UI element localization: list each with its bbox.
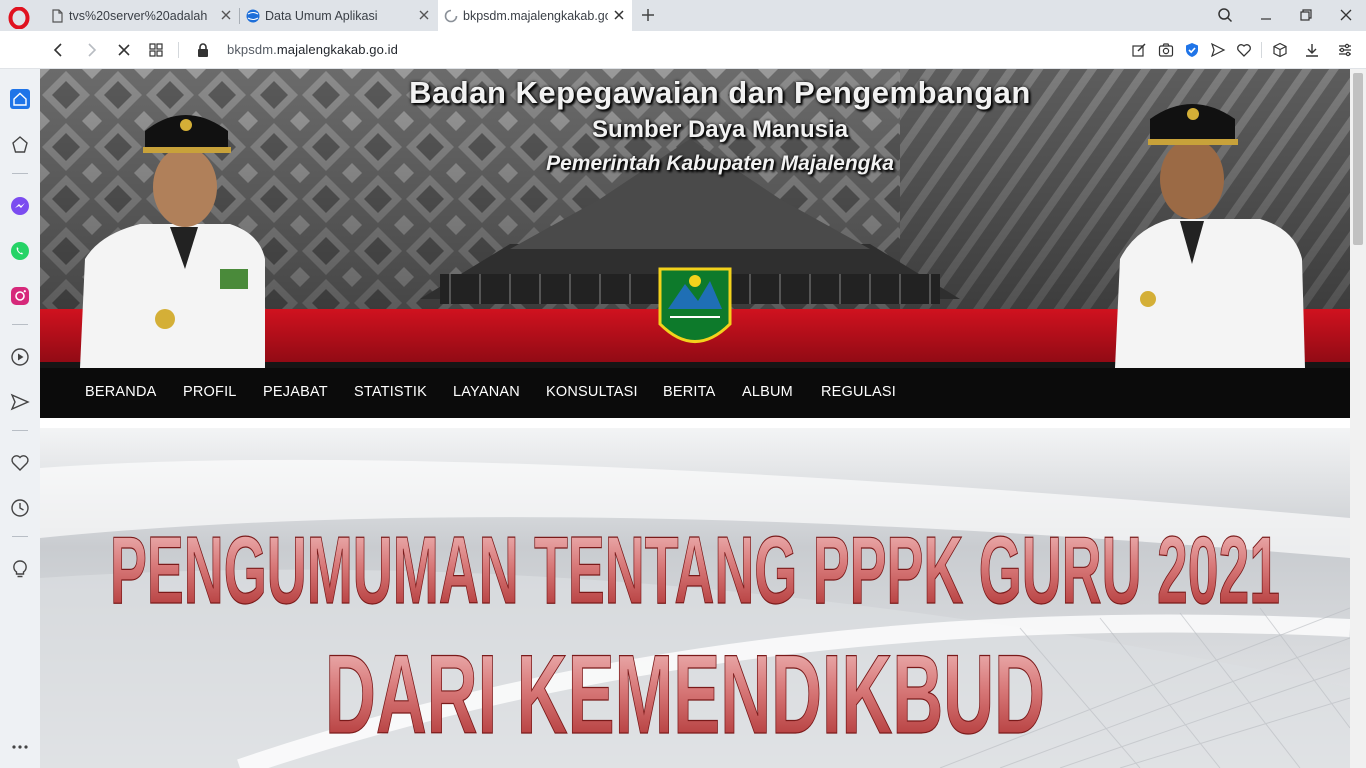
tab-bar: tvs%20server%20adalah Data Umum Aplikasi… [0,0,1366,31]
more-options-icon[interactable] [10,737,30,757]
address-bar: bkpsdm.majalengkakab.go.id [0,31,1366,69]
heart-icon[interactable] [1236,42,1252,58]
tab-3-active[interactable]: bkpsdm.majalengkakab.go.id [438,0,632,31]
bookmarks-heart-icon[interactable] [10,453,30,473]
close-window-icon[interactable] [1338,7,1354,23]
scrollbar-thumb[interactable] [1353,73,1363,245]
forward-icon[interactable] [83,42,99,58]
stop-loading-icon[interactable] [116,42,132,58]
divider [1261,42,1262,58]
nav-item-album[interactable]: ALBUM [742,384,793,400]
nav-item-berita[interactable]: BERITA [663,384,716,400]
nav-item-konsultasi[interactable]: KONSULTASI [546,384,638,400]
nav-item-layanan[interactable]: LAYANAN [453,384,520,400]
sidebar-separator [12,173,28,174]
vpn-shield-icon[interactable] [1184,42,1200,58]
extensions-cube-icon[interactable] [1272,42,1288,58]
globe-favicon-icon [246,9,260,22]
opera-menu-icon[interactable] [8,7,30,29]
speed-dial-grid-icon[interactable] [148,42,164,58]
nav-item-statistik[interactable]: STATISTIK [354,384,427,400]
sidebar-separator [12,324,28,325]
nav-item-profil[interactable]: PROFIL [183,384,237,400]
tab-title: tvs%20server%20adalah [69,8,208,23]
url-field[interactable]: bkpsdm.majalengkakab.go.id [227,42,398,57]
nav-item-pejabat[interactable]: PEJABAT [263,384,328,400]
banner-background [40,69,1350,368]
web-page-viewport: Badan Kepegawaian dan Pengembangan Sumbe… [40,69,1350,768]
home-icon[interactable] [10,89,30,109]
announcement-slide[interactable]: PENGUMUMAN TENTANG PPPK GURU 2021 DARI K… [40,428,1350,768]
edit-icon[interactable] [1131,42,1147,58]
restore-icon[interactable] [1298,7,1314,23]
sidebar-separator [12,536,28,537]
whatsapp-icon[interactable] [10,241,30,261]
divider [178,42,179,58]
tab-title: Data Umum Aplikasi [265,8,378,23]
majalengka-emblem [658,267,732,343]
lock-icon[interactable] [196,42,210,58]
nav-item-beranda[interactable]: BERANDA [85,384,157,400]
slide-background: PENGUMUMAN TENTANG PPPK GURU 2021 DARI K… [40,428,1350,768]
url-domain: majalengkakab.go.id [276,42,398,57]
banner-government: Pemerintah Kabupaten Majalengka [546,152,894,175]
announcement-title-line2: DARI KEMENDIKBUD [325,632,1045,757]
search-tabs-icon[interactable] [1217,7,1233,23]
tab-title: bkpsdm.majalengkakab.go.id [463,8,608,23]
bookmark-cube-icon[interactable] [10,135,30,155]
easy-setup-icon[interactable] [1337,42,1353,58]
new-tab-icon[interactable] [640,7,656,23]
document-icon [52,8,63,23]
tab-1[interactable]: tvs%20server%20adalah [44,0,239,31]
minimize-icon[interactable] [1258,7,1274,23]
sidebar-separator [12,430,28,431]
lightbulb-icon[interactable] [10,559,30,579]
main-navigation: BERANDA PROFIL PEJABAT STATISTIK LAYANAN… [40,368,1350,418]
history-clock-icon[interactable] [10,498,30,518]
tab-2[interactable]: Data Umum Aplikasi [240,0,437,31]
close-tab-icon[interactable] [612,8,626,22]
download-icon[interactable] [1304,42,1320,58]
messenger-icon[interactable] [10,196,30,216]
banner-title: Badan Kepegawaian dan Pengembangan [409,75,1031,110]
player-icon[interactable] [10,347,30,367]
loading-spinner-icon [444,9,458,22]
url-subdomain: bkpsdm. [227,42,277,57]
header-banner: Badan Kepegawaian dan Pengembangan Sumbe… [40,69,1350,368]
announcement-title-line1: PENGUMUMAN TENTANG PPPK GURU 2021 [110,517,1280,624]
opera-sidebar [0,69,40,768]
send-flow-sidebar-icon[interactable] [10,392,30,412]
back-icon[interactable] [51,42,67,58]
close-tab-icon[interactable] [417,8,431,22]
banner-subtitle: Sumber Daya Manusia [591,116,849,143]
nav-item-regulasi[interactable]: REGULASI [821,384,896,400]
instagram-icon[interactable] [10,286,30,306]
page-scrollbar[interactable] [1350,69,1366,768]
snapshot-camera-icon[interactable] [1158,42,1174,58]
send-flow-icon[interactable] [1210,42,1226,58]
close-tab-icon[interactable] [219,8,233,22]
